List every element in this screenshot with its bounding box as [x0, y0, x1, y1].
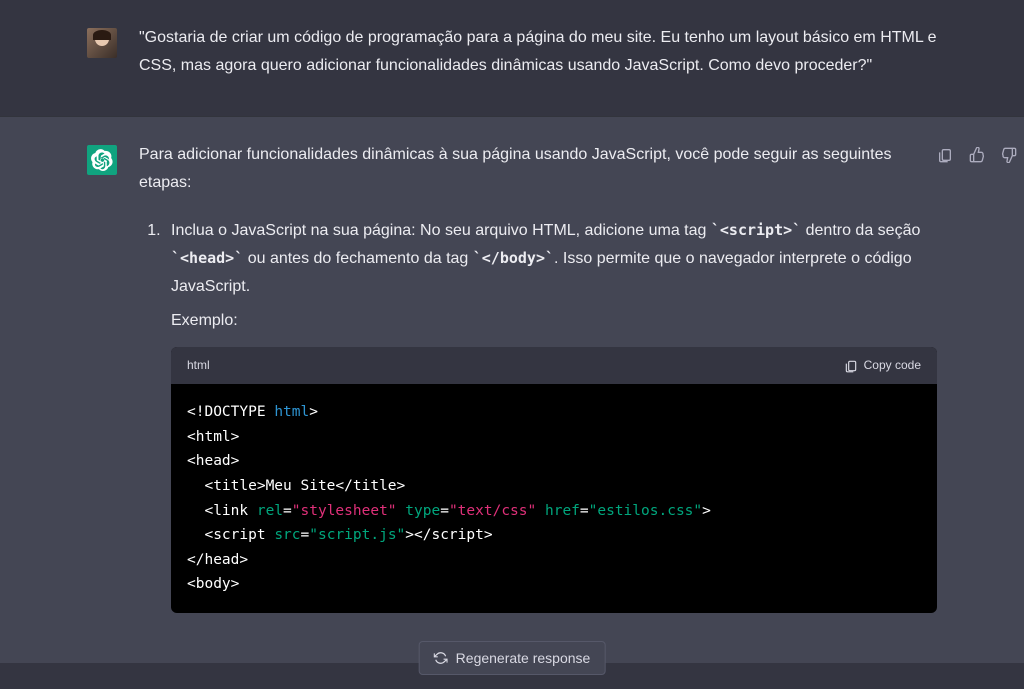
clipboard-icon	[937, 147, 953, 163]
inline-code-script: `<script>`	[711, 221, 801, 239]
user-text: "Gostaria de criar um código de programa…	[139, 24, 937, 80]
regenerate-response-button[interactable]: Regenerate response	[419, 641, 606, 675]
assistant-intro: Para adicionar funcionalidades dinâmicas…	[139, 141, 937, 197]
code-language-label: html	[187, 355, 210, 376]
message-actions	[933, 143, 1021, 167]
openai-logo-icon	[91, 149, 113, 171]
inline-code-body: `</body>`	[473, 249, 554, 267]
thumbs-down-button[interactable]	[997, 143, 1021, 167]
regenerate-label: Regenerate response	[456, 650, 591, 666]
thumbs-down-icon	[1001, 147, 1017, 163]
inline-code-head: `<head>`	[171, 249, 243, 267]
assistant-avatar	[87, 145, 117, 175]
step-1: Inclua o JavaScript na sua página: No se…	[165, 217, 937, 613]
code-header: html Copy code	[171, 347, 937, 384]
clipboard-icon	[844, 359, 858, 373]
code-block: html Copy code <!DOCTYPE html> <html> <h…	[171, 347, 937, 613]
refresh-icon	[434, 651, 448, 665]
step1-text-2: dentro da seção	[801, 222, 920, 239]
copy-message-button[interactable]	[933, 143, 957, 167]
user-message-text: "Gostaria de criar um código de programa…	[139, 24, 937, 88]
thumbs-up-icon	[969, 147, 985, 163]
example-label: Exemplo:	[171, 307, 937, 335]
assistant-content: Para adicionar funcionalidades dinâmicas…	[139, 141, 937, 623]
steps-list: Inclua o JavaScript na sua página: No se…	[139, 217, 937, 613]
step1-text-1: Inclua o JavaScript na sua página: No se…	[171, 222, 711, 239]
code-content: <!DOCTYPE html> <html> <head> <title>Meu…	[171, 384, 937, 613]
thumbs-up-button[interactable]	[965, 143, 989, 167]
step1-text-3: ou antes do fechamento da tag	[243, 250, 473, 267]
copy-code-label: Copy code	[864, 355, 921, 376]
user-avatar	[87, 28, 117, 58]
copy-code-button[interactable]: Copy code	[844, 355, 921, 376]
user-message-block: "Gostaria de criar um código de programa…	[0, 0, 1024, 116]
assistant-message-block: Para adicionar funcionalidades dinâmicas…	[0, 116, 1024, 663]
